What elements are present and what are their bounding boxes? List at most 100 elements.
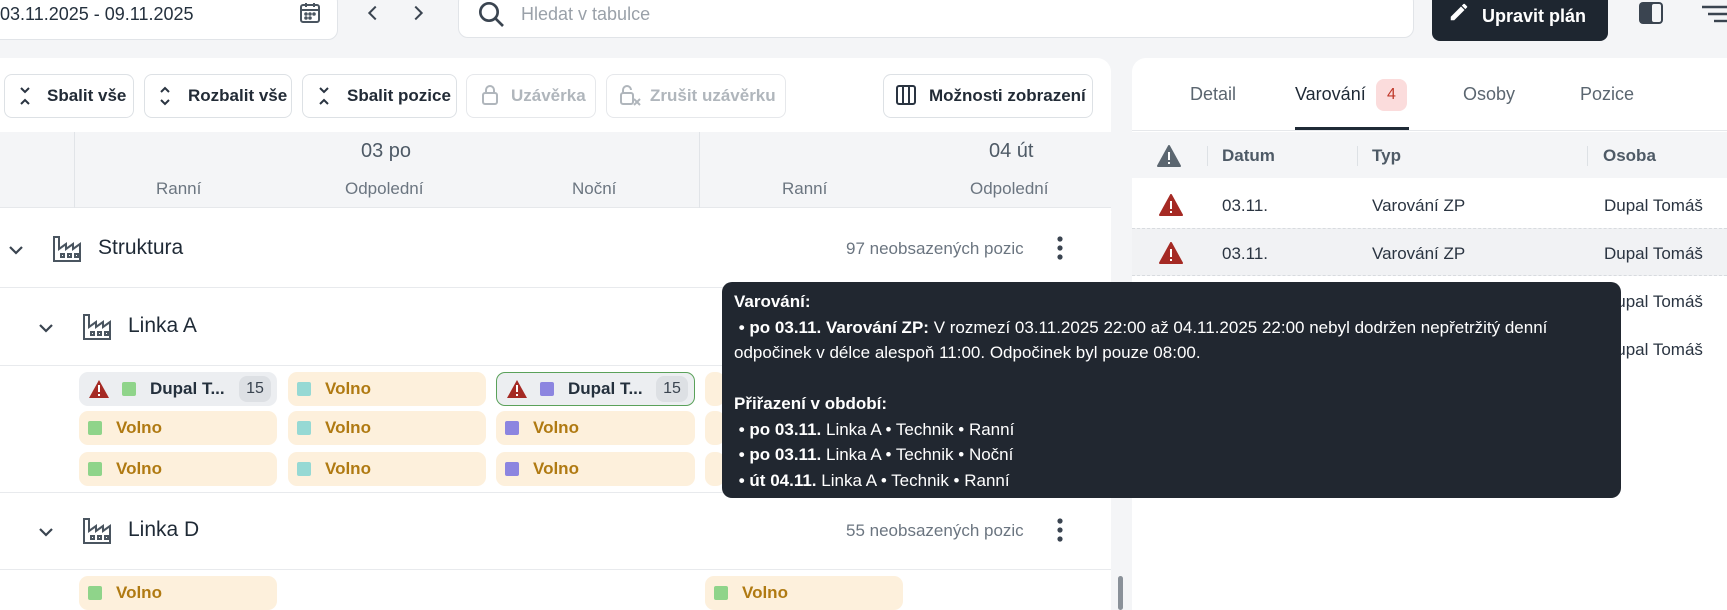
day-header: 04 út [989,140,1034,162]
free-label: Volno [116,459,162,478]
free-label: Volno [325,379,371,398]
shift-cell-free[interactable]: Volno [79,576,277,610]
shift-cell-free[interactable]: Volno [288,411,486,445]
position-color-marker [122,382,136,396]
tooltip-assign-detail: Linka A • Technik • Ranní [825,419,1015,439]
group-title: Linka D [128,518,200,541]
column-header-date[interactable]: Datum [1222,146,1275,166]
tooltip-assign-title: Přiřazení v období: [734,394,888,413]
tab-warnings[interactable]: Varování [1295,84,1366,105]
warning-icon [506,379,528,399]
more-vertical-icon[interactable] [1056,517,1064,543]
shift-cell-free[interactable]: Volno [288,372,486,406]
tooltip-warning-prefix: po 03.11. Varování ZP: [749,317,929,337]
shift-header: Ranní [782,179,828,198]
tooltip-title: Varování: [734,292,811,311]
search-icon [475,0,507,30]
shift-header: Odpolední [345,179,424,198]
collapse-all-label: Sbalit vše [47,86,127,105]
display-options-label: Možnosti zobrazení [929,86,1086,105]
row-divider [0,569,1111,570]
tab-detail[interactable]: Detail [1190,84,1236,105]
scrollbar-thumb[interactable] [1118,576,1123,610]
free-label: Volno [325,418,371,437]
cell-date: 03.11. [1222,196,1269,215]
tooltip-assign-detail: Linka A • Technik • Ranní [821,470,1010,490]
chevron-down-icon[interactable] [36,522,56,542]
chevron-down-icon[interactable] [36,318,56,338]
column-separator [1587,146,1588,166]
shift-cell-free[interactable]: Volno [79,411,277,445]
person-name: Dupal T... [568,379,643,398]
shift-header: Ranní [156,179,202,198]
warning-tooltip: Varování: • po 03.11. Varování ZP: V roz… [722,282,1621,498]
group-title: Linka A [128,314,197,337]
shift-cell-free[interactable]: Volno [705,576,903,610]
unfilled-count: 97 neobsazených pozic [846,239,1024,258]
shift-header: Odpolední [970,179,1049,198]
collapse-icon [18,85,32,107]
chevron-down-icon[interactable] [6,240,26,260]
position-color-marker [297,462,311,476]
tabs-divider [1132,130,1727,131]
filter-icon[interactable] [1700,4,1727,24]
free-label: Volno [116,583,162,602]
tab-positions[interactable]: Pozice [1580,84,1634,105]
warning-count-badge: 4 [1376,79,1407,111]
calendar-icon[interactable] [298,1,322,25]
free-label: Volno [116,418,162,437]
more-vertical-icon[interactable] [1056,235,1064,261]
tooltip-assign-day: po 03.11. [749,445,822,464]
cell-date: 03.11. [1222,244,1269,263]
pencil-icon [1448,1,1470,23]
tooltip-assign-day: po 03.11. [749,419,822,439]
day-header: 03 po [361,140,412,162]
hours-count: 15 [656,376,688,402]
columns-icon [896,85,916,105]
closing-label: Uzávěrka [511,86,586,105]
shift-cell-free[interactable]: Volno [288,452,486,486]
warning-icon [1159,242,1183,264]
position-color-marker [297,382,311,396]
collapse-positions-icon [317,85,331,107]
lock-icon [480,84,500,106]
date-range-text: 03.11.2025 - 09.11.2025 [0,4,194,24]
unlock-x-icon [618,84,642,108]
shift-cell-free[interactable]: Volno [496,411,695,445]
panel-toggle-icon[interactable] [1638,1,1664,25]
tab-persons[interactable]: Osoby [1463,84,1515,105]
grid-divider [699,132,700,208]
free-label: Volno [742,583,788,602]
cell-type: Varování ZP [1372,244,1466,263]
factory-icon [82,311,114,341]
shift-cell-free[interactable]: Volno [79,452,277,486]
position-color-marker [88,421,102,435]
free-label: Volno [325,459,371,478]
hours-count: 15 [239,376,271,402]
position-color-marker [714,586,728,600]
unfilled-count: 55 neobsazených pozic [846,521,1024,540]
grid-divider [74,132,75,208]
edit-plan-label: Upravit plán [1482,6,1587,26]
cell-person: Dupal Tomáš [1604,244,1703,263]
chevron-right-icon[interactable] [407,2,429,24]
expand-all-label: Rozbalit vše [188,86,288,105]
factory-icon [52,233,84,263]
column-header-type[interactable]: Typ [1372,146,1401,166]
shift-header: Noční [572,179,617,198]
shift-cell-free[interactable]: Volno [496,452,695,486]
shift-cell-person[interactable]: Dupal T... 15 [79,372,277,406]
position-color-marker [297,421,311,435]
warning-column-icon [1156,144,1182,168]
column-header-person[interactable]: Osoba [1603,146,1656,166]
warning-icon [1159,194,1183,216]
warning-icon [88,379,110,399]
search-input[interactable]: Hledat v tabulce [521,4,650,25]
chevron-left-icon[interactable] [362,2,384,24]
position-color-marker [540,382,554,396]
shift-cell-person[interactable]: Dupal T... 15 [496,372,695,406]
group-title: Struktura [98,236,184,259]
cell-person: Dupal Tomáš [1604,196,1703,215]
column-separator [1207,146,1208,166]
free-label: Volno [533,418,579,437]
